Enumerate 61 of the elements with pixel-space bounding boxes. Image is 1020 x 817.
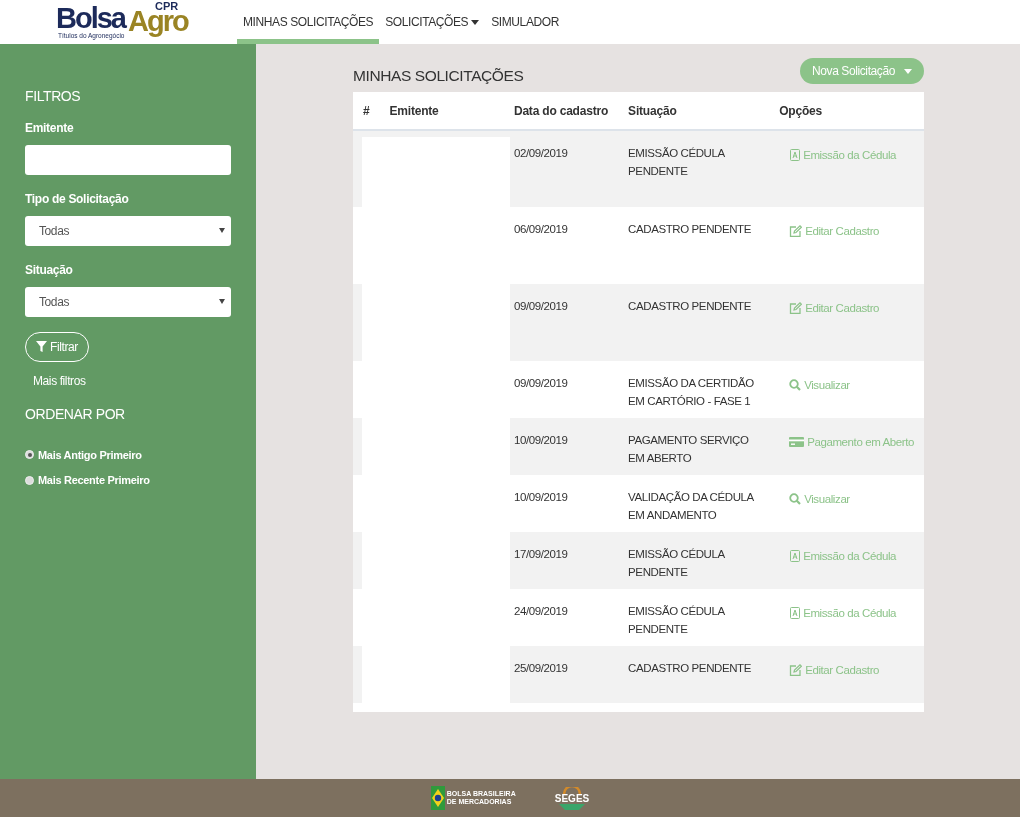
option-link[interactable]: Visualizar: [779, 490, 850, 508]
field-label: Emitente: [25, 119, 75, 137]
table-cell: 09/09/2019: [503, 284, 619, 361]
table-cell: EMISSÃO CÉDULA PENDENTE: [618, 130, 770, 207]
table-cell: CADASTRO PENDENTE: [618, 646, 770, 703]
search-icon: [789, 379, 802, 391]
table-cell: CADASTRO PENDENTE: [618, 207, 770, 284]
input-field[interactable]: [25, 144, 231, 175]
table-cell: VALIDAÇÃO DA CÉDULA EM ANDAMENTO: [618, 475, 770, 532]
option-link[interactable]: Emissão da Cédula: [779, 146, 897, 164]
field-label: Situação: [25, 261, 74, 279]
table-cell: 25/09/2019: [503, 646, 619, 703]
table-cell: 09/09/2019: [503, 361, 619, 418]
table-cell: 17/09/2019: [503, 532, 619, 589]
caret-icon: [219, 228, 225, 234]
edit-icon: [789, 664, 803, 676]
table-cell: 02/09/2019: [503, 130, 619, 207]
select-field[interactable]: Todas: [25, 286, 231, 317]
select-field[interactable]: Todas: [25, 215, 231, 246]
table-cell: EMISSÃO DA CERTIDÃO EM CARTÓRIO - FASE 1: [618, 361, 770, 418]
caret-icon: [904, 68, 912, 74]
edit-icon: [789, 302, 803, 314]
table-cell: EMISSÃO CÉDULA PENDENTE: [618, 532, 770, 589]
nav-tab[interactable]: SOLICITAÇÕES: [379, 0, 486, 44]
page-title: MINHAS SOLICITAÇÕES: [353, 66, 524, 84]
radio-button[interactable]: [25, 450, 34, 460]
field-label: Tipo de Solicitação: [25, 190, 130, 208]
caret-icon: [219, 299, 225, 305]
radio-label[interactable]: Mais Recente Primeiro: [38, 472, 150, 489]
new-request-button[interactable]: Nova Solicitação: [800, 58, 924, 84]
more-filters-link[interactable]: Mais filtros: [33, 371, 86, 390]
table-cell: PAGAMENTO SERVIÇO EM ABERTO: [618, 418, 770, 475]
flag-icon: [430, 786, 445, 810]
pdf-file-icon: [789, 550, 801, 562]
partner-name: SEGES: [554, 793, 590, 804]
filter-heading: FILTROS: [25, 88, 82, 105]
option-link[interactable]: Emissão da Cédula: [779, 604, 897, 622]
table-cell: 10/09/2019: [503, 475, 619, 532]
option-link[interactable]: Emissão da Cédula: [779, 547, 897, 565]
table-cell: 24/09/2019: [503, 589, 619, 646]
option-link[interactable]: Editar Cadastro: [779, 222, 880, 240]
table-cell: CADASTRO PENDENTE: [618, 284, 770, 361]
radio-button[interactable]: [25, 475, 34, 485]
edit-icon: [789, 225, 803, 237]
credit-card-icon: [789, 436, 805, 448]
pdf-file-icon: [789, 149, 801, 161]
radio-label[interactable]: Mais Antigo Primeiro: [38, 446, 142, 464]
sort-heading: ORDENAR POR: [25, 405, 126, 423]
option-link[interactable]: Editar Cadastro: [779, 661, 880, 679]
nav-tab[interactable]: SIMULADOR: [485, 0, 565, 44]
filter-icon: [36, 341, 47, 353]
field-icon: [559, 803, 585, 810]
sun-icon: [562, 786, 582, 794]
option-link[interactable]: Visualizar: [779, 376, 850, 394]
search-icon: [789, 493, 802, 505]
table-cell: EMISSÃO CÉDULA PENDENTE: [618, 589, 770, 646]
table-cell: 10/09/2019: [503, 418, 619, 475]
option-link[interactable]: Editar Cadastro: [779, 299, 880, 317]
pdf-file-icon: [789, 607, 801, 619]
option-link[interactable]: Pagamento em Aberto: [779, 433, 914, 451]
table-cell: 06/09/2019: [503, 207, 619, 284]
